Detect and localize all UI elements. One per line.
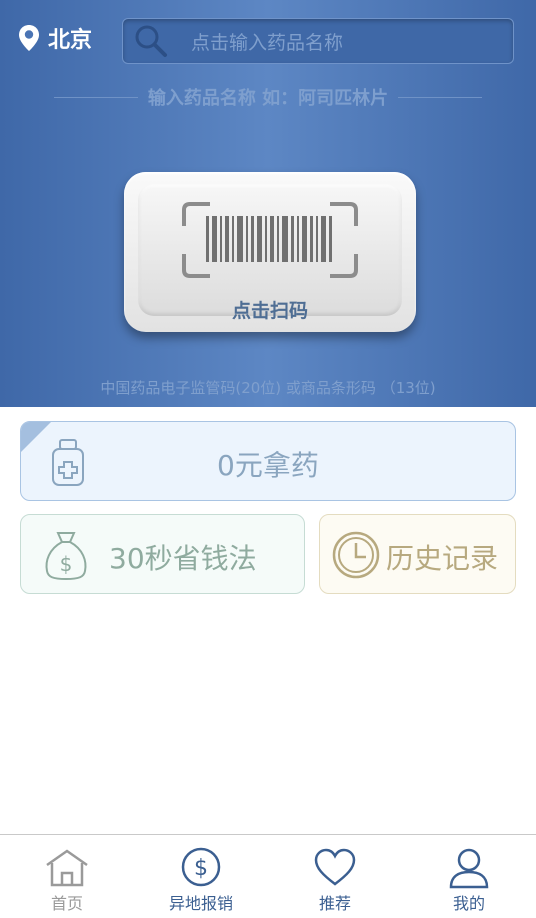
home-icon [46,849,88,887]
svg-text:$: $ [60,552,73,576]
tab-home[interactable]: 首页 [0,835,134,918]
tab-home-label: 首页 [50,894,83,913]
medicine-bottle-icon [52,439,84,486]
search-hint: 输入药品名称 如：阿司匹林片 [54,84,483,110]
search-placeholder: 点击输入药品名称 [191,31,344,54]
history-card[interactable]: 历史记录 [319,514,516,594]
money-bag-icon: $ [45,532,87,581]
location-pin-icon [19,25,39,51]
scan-button-face: 点击扫码 [138,184,402,322]
location-selector[interactable]: 北京 [18,22,92,54]
tab-recommend-label: 推荐 [318,894,351,913]
clock-icon [332,531,380,579]
city-name: 北京 [48,28,93,53]
header-area: 北京 点击输入药品名称 输入药品名称 如：阿司匹林片 点击扫码 中国药品电子监管… [0,0,536,407]
tab-mine-label: 我的 [452,894,485,913]
free-medicine-card[interactable]: 0元拿药 [20,421,516,501]
code-types-hint: 中国药品电子监管码(20位) 或商品条形码 （13位) [100,379,436,397]
search-input[interactable]: 点击输入药品名称 [122,18,514,64]
tab-reimbursement-label: 异地报销 [168,894,233,913]
save-money-label: 30秒省钱法 [109,542,257,575]
search-icon [135,25,167,57]
scan-button[interactable]: 点击扫码 [124,172,416,332]
svg-text:$: $ [194,856,208,881]
save-money-card[interactable]: $ 30秒省钱法 [20,514,305,594]
history-label: 历史记录 [386,542,499,575]
tab-mine[interactable]: 我的 [402,835,536,918]
user-icon [449,848,489,889]
search-hint-text: 输入药品名称 如：阿司匹林片 [147,88,389,109]
dollar-icon: $ [181,847,221,887]
scan-label: 点击扫码 [231,300,308,322]
hint-divider-left [54,96,138,98]
card-corner-decoration [21,422,51,452]
heart-icon [314,848,356,886]
bottom-tab-bar: 首页 $ 异地报销 推荐 我的 [0,834,536,918]
free-medicine-label: 0元拿药 [217,449,319,482]
tab-recommend[interactable]: 推荐 [268,835,402,918]
tab-reimbursement[interactable]: $ 异地报销 [134,835,268,918]
hint-divider-right [398,96,483,98]
barcode-icon [182,202,358,278]
